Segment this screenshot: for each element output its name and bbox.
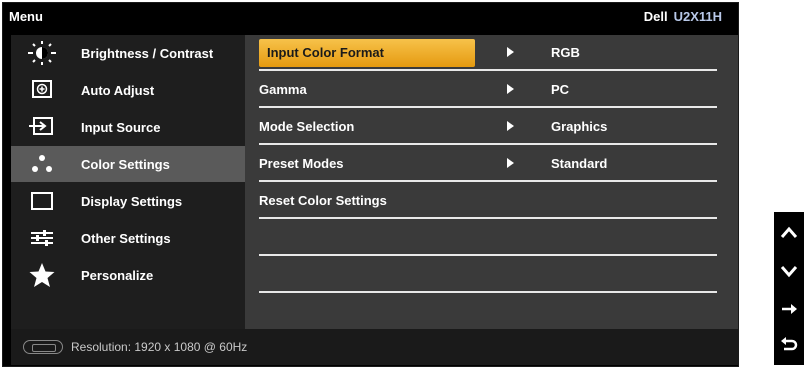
row-preset-modes[interactable]: Preset Modes Standard bbox=[245, 146, 738, 182]
brand-name: Dell bbox=[643, 9, 668, 24]
row-label: Reset Color Settings bbox=[259, 193, 387, 208]
divider bbox=[259, 180, 717, 182]
sidebar-item-label: Auto Adjust bbox=[81, 82, 155, 98]
star-icon bbox=[19, 261, 65, 289]
sidebar-item-label: Other Settings bbox=[81, 230, 171, 246]
row-reset-color-settings[interactable]: Reset Color Settings bbox=[245, 183, 738, 219]
chevron-right-icon bbox=[507, 121, 514, 131]
sidebar-item-personalize[interactable]: Personalize bbox=[11, 257, 245, 293]
color-settings-panel: Input Color Format RGB Gamma PC Mode Sel… bbox=[245, 35, 738, 329]
divider bbox=[259, 217, 717, 219]
divider bbox=[259, 254, 717, 256]
other-settings-icon bbox=[19, 224, 65, 252]
chevron-right-icon bbox=[507, 47, 514, 57]
osd-window: Menu Dell U2X11H Brightness / Contrast A… bbox=[2, 2, 739, 367]
row-mode-selection[interactable]: Mode Selection Graphics bbox=[245, 109, 738, 145]
down-button[interactable] bbox=[774, 252, 804, 290]
sidebar-item-label: Personalize bbox=[81, 267, 154, 283]
sidebar-item-brightness-contrast[interactable]: Brightness / Contrast bbox=[11, 35, 245, 71]
sidebar-item-other-settings[interactable]: Other Settings bbox=[11, 220, 245, 256]
divider bbox=[259, 143, 717, 145]
row-input-color-format[interactable]: Input Color Format RGB bbox=[245, 35, 738, 71]
sidebar-item-input-source[interactable]: Input Source bbox=[11, 109, 245, 145]
row-value: PC bbox=[551, 82, 570, 97]
sidebar-item-label: Display Settings bbox=[81, 193, 183, 209]
divider bbox=[259, 69, 717, 71]
row-label: Gamma bbox=[259, 82, 307, 97]
chevron-right-icon bbox=[507, 158, 514, 168]
row-empty bbox=[245, 220, 738, 256]
auto-adjust-icon bbox=[19, 76, 65, 104]
model-name: U2X11H bbox=[673, 9, 722, 24]
back-button[interactable] bbox=[774, 326, 804, 364]
sidebar-item-label: Input Source bbox=[81, 119, 161, 135]
enter-button[interactable] bbox=[774, 290, 804, 328]
color-settings-icon bbox=[19, 150, 65, 178]
row-label: Preset Modes bbox=[259, 156, 344, 171]
sidebar-item-label: Color Settings bbox=[81, 156, 170, 172]
down-icon bbox=[780, 266, 798, 278]
up-icon bbox=[780, 226, 798, 238]
sidebar: Brightness / Contrast Auto Adjust Input … bbox=[11, 35, 245, 329]
row-empty bbox=[245, 257, 738, 293]
row-value: RGB bbox=[551, 45, 580, 60]
enter-icon bbox=[782, 304, 797, 314]
resolution-text: Resolution: 1920 x 1080 @ 60Hz bbox=[71, 340, 248, 354]
brand-label: Dell U2X11H bbox=[644, 9, 722, 24]
row-label: Input Color Format bbox=[267, 45, 384, 60]
chevron-right-icon bbox=[507, 84, 514, 94]
up-button[interactable] bbox=[774, 214, 804, 252]
divider bbox=[259, 291, 717, 293]
input-source-icon bbox=[19, 113, 65, 141]
row-value: Standard bbox=[551, 156, 608, 171]
row-gamma[interactable]: Gamma PC bbox=[245, 72, 738, 108]
title-bar: Menu Dell U2X11H bbox=[3, 3, 738, 31]
row-value: Graphics bbox=[551, 119, 608, 134]
sidebar-item-label: Brightness / Contrast bbox=[81, 45, 214, 61]
sidebar-item-auto-adjust[interactable]: Auto Adjust bbox=[11, 72, 245, 108]
sidebar-item-color-settings[interactable]: Color Settings bbox=[11, 146, 245, 182]
back-icon bbox=[781, 337, 798, 351]
display-settings-icon bbox=[19, 187, 65, 215]
sidebar-item-display-settings[interactable]: Display Settings bbox=[11, 183, 245, 219]
vga-icon bbox=[23, 340, 63, 354]
status-bar: Resolution: 1920 x 1080 @ 60Hz bbox=[11, 329, 738, 365]
navigation-buttons bbox=[774, 212, 804, 365]
menu-title: Menu bbox=[9, 9, 43, 24]
brightness-icon bbox=[19, 39, 65, 67]
divider bbox=[259, 106, 717, 108]
row-label: Mode Selection bbox=[259, 119, 355, 134]
